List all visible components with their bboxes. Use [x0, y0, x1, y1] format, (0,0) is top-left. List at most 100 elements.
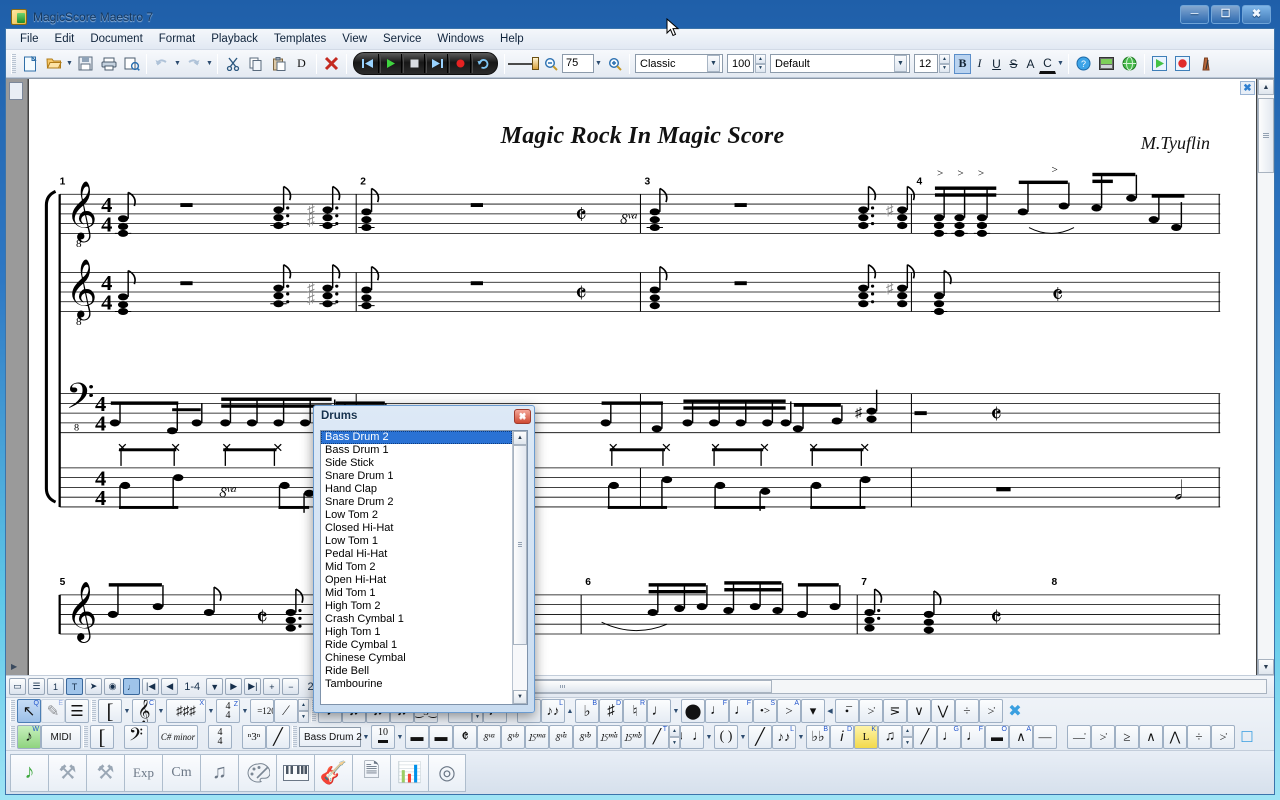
new-document-button[interactable]	[19, 53, 42, 75]
play-button[interactable]	[380, 54, 402, 73]
slash-button[interactable]: ╱	[266, 725, 290, 749]
accent-button[interactable]: >A	[777, 699, 801, 723]
delete-button[interactable]	[320, 53, 343, 75]
ruler-toggle[interactable]: ▭	[9, 678, 26, 695]
minimize-button[interactable]: ─	[1180, 5, 1209, 24]
list-view-toggle[interactable]: ☰	[28, 678, 45, 695]
score-page[interactable]: ✖ Magic Rock In Magic Score M.Tyuflin	[28, 79, 1257, 675]
tie-button[interactable]: ╱T	[645, 725, 669, 749]
ruler-tab-marker[interactable]	[9, 82, 23, 100]
piano-keyboard-button[interactable]	[276, 754, 314, 792]
maximize-button[interactable]: ☐	[1211, 5, 1240, 24]
palette-grip[interactable]	[10, 726, 15, 748]
beam-spinner[interactable]: ▲▼	[902, 725, 913, 749]
notes-palette-button[interactable]: ♪	[10, 754, 48, 792]
list-item[interactable]: Pedal Hi-Hat	[321, 548, 512, 561]
menu-edit[interactable]: Edit	[47, 31, 83, 47]
list-item[interactable]: Tambourine	[321, 678, 512, 691]
palette-grip[interactable]	[10, 700, 15, 722]
style-percent-spinner[interactable]: ▲▼	[755, 54, 766, 73]
articulation-accent2-button[interactable]: ⋝	[883, 699, 907, 723]
hairpin2-button[interactable]: ♩F	[961, 725, 985, 749]
lyrics-tool-button[interactable]: ☰	[65, 699, 89, 723]
midi-green-button[interactable]: ♪W	[17, 725, 41, 749]
style-combo[interactable]: Classic ▼	[635, 54, 723, 73]
underline-button[interactable]: U	[988, 54, 1005, 74]
marcato-up2-button[interactable]: ⋀	[1163, 725, 1187, 749]
print-preview-button[interactable]	[120, 53, 143, 75]
strikethrough-button[interactable]: S	[1005, 54, 1022, 74]
instrument-combo[interactable]: Bass Drum 2	[299, 727, 361, 747]
duplicate-button[interactable]: D	[290, 53, 313, 75]
next-page-button[interactable]: ▶	[225, 678, 242, 695]
menu-file[interactable]: File	[12, 31, 47, 47]
dotted-sixtyfourth-rest-button[interactable]: 𝄹̇	[621, 725, 645, 749]
menu-document[interactable]: Document	[82, 31, 150, 47]
spin-up-icon[interactable]: ▲	[669, 725, 680, 737]
list-item[interactable]: Hand Clap	[321, 483, 512, 496]
triplet-button[interactable]: ⁿ3ⁿ	[242, 725, 266, 749]
menu-playback[interactable]: Playback	[203, 31, 266, 47]
list-scroll-thumb[interactable]	[513, 445, 527, 645]
print-layout-button[interactable]: 🗎	[352, 754, 390, 792]
chevron-up-icon[interactable]: ▲	[565, 699, 575, 723]
parentheses-button[interactable]: ( )	[714, 725, 738, 749]
scroll-up-button[interactable]: ▲	[1258, 79, 1274, 95]
tempo-button[interactable]: ♩=120	[250, 699, 274, 723]
chevron-left-icon[interactable]: ◀	[825, 699, 835, 723]
beamed-notes-button[interactable]: ♫	[878, 725, 902, 749]
page-down-button[interactable]: ▼	[206, 678, 223, 695]
spin-down-icon[interactable]: ▼	[939, 64, 950, 74]
sixteenth-rest-button[interactable]: 𝄷	[501, 725, 525, 749]
tie-spinner[interactable]: ▲▼	[669, 725, 680, 749]
quarter-rest-button[interactable]: 𝄵	[453, 725, 477, 749]
articulation-accent-dot-button[interactable]: >̇	[859, 699, 883, 723]
list-scroll-down-button[interactable]: ▼	[513, 690, 527, 704]
drums-listbox[interactable]: Bass Drum 2 Bass Drum 1 Side Stick Snare…	[320, 430, 528, 705]
dotted-eighth-rest-button[interactable]: 𝄶̇	[549, 725, 573, 749]
list-item[interactable]: Bass Drum 1	[321, 444, 512, 457]
italic-button[interactable]: I	[971, 54, 988, 74]
measure-spinner[interactable]: ▲▼	[298, 699, 309, 723]
list-item[interactable]: Side Stick	[321, 457, 512, 470]
articulation-dot-button[interactable]: •̅	[835, 699, 859, 723]
font-size-spinner[interactable]: ▲▼	[939, 54, 950, 73]
menu-format[interactable]: Format	[151, 31, 203, 47]
list-item[interactable]: Open Hi-Hat	[321, 574, 512, 587]
add-tool-palette-button[interactable]: ⚒	[86, 754, 124, 792]
loop-button[interactable]	[472, 54, 494, 73]
sharp-button[interactable]: ♯D	[599, 699, 623, 723]
list-item[interactable]: Closed Hi-Hat	[321, 522, 512, 535]
color-dropdown-arrow[interactable]: ▼	[1056, 53, 1065, 75]
print-button[interactable]	[97, 53, 120, 75]
redo-dropdown-arrow[interactable]: ▼	[205, 53, 214, 75]
key-signature-button[interactable]: ♯♯♯X	[166, 699, 206, 723]
list-item[interactable]: Mid Tom 1	[321, 587, 512, 600]
marcato-down-button[interactable]: ∨	[907, 699, 931, 723]
slur2-button[interactable]: ♪♪L	[772, 725, 796, 749]
spin-down-icon[interactable]: ▼	[298, 711, 309, 723]
open-recent-dropdown-arrow[interactable]: ▼	[65, 53, 74, 75]
list-item[interactable]: Crash Cymbal 1	[321, 613, 512, 626]
drums-list-scrollbar[interactable]: ▲ ▼	[512, 431, 527, 704]
palette-grip[interactable]	[83, 726, 88, 748]
tempo-wheel-button[interactable]: ◎	[428, 754, 466, 792]
scroll-down-button[interactable]: ▼	[1258, 659, 1274, 675]
menu-service[interactable]: Service	[375, 31, 429, 47]
text-tool-button[interactable]: T	[66, 678, 83, 695]
accent-staccato-button[interactable]: >̇	[1091, 725, 1115, 749]
quarter-note-button[interactable]: ♩	[647, 699, 671, 723]
spin-up-icon[interactable]: ▲	[902, 725, 913, 737]
clock-button[interactable]: ◉	[104, 678, 121, 695]
spin-down-icon[interactable]: ▼	[755, 64, 766, 74]
dotted-thirtysecond-rest-button[interactable]: 𝄸̇	[597, 725, 621, 749]
list-item[interactable]: Chinese Cymbal	[321, 652, 512, 665]
record-button[interactable]	[449, 54, 471, 73]
previous-page-button[interactable]: ◀	[161, 678, 178, 695]
chevron-down-icon[interactable]: ▼	[707, 55, 720, 72]
accent-dot-button[interactable]: >̇	[979, 699, 1003, 723]
chevron-down-icon[interactable]: ▼	[206, 699, 216, 723]
list-item[interactable]: Low Tom 1	[321, 535, 512, 548]
whole-rest-button[interactable]: ▬	[429, 725, 453, 749]
stop-button[interactable]	[403, 54, 425, 73]
